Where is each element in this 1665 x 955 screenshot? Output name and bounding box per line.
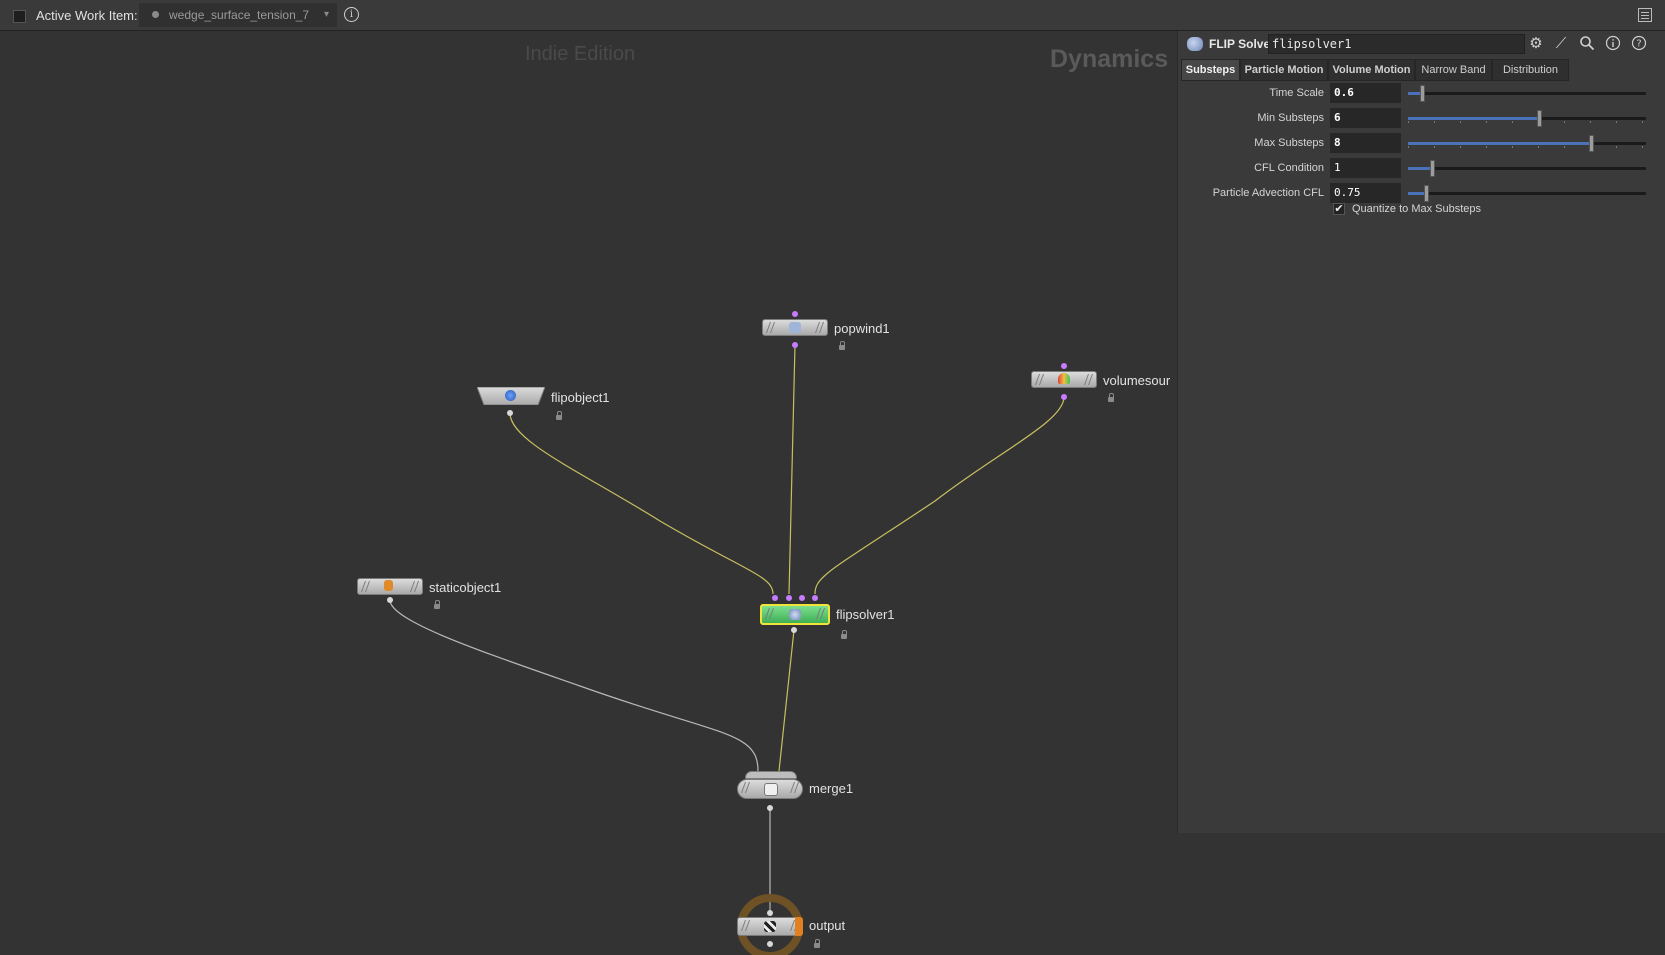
merge-output-dot[interactable] [767,805,773,811]
lock-icon[interactable] [839,341,845,350]
merge-input-bar[interactable] [745,771,797,779]
wire-popwind-to-flipsolver[interactable] [788,344,796,595]
brush-icon[interactable]: ⟋ [1552,35,1570,53]
slider-fill [1408,117,1539,120]
lock-icon[interactable] [841,630,847,639]
checkered-flag-icon [764,921,776,932]
slider-track[interactable] [1408,167,1646,170]
svg-text:?: ? [1636,39,1641,50]
active-work-item-label: Active Work Item: [36,8,138,23]
display-flag[interactable] [795,917,803,936]
node-label[interactable]: flipobject1 [551,390,610,405]
node-label[interactable]: merge1 [809,781,853,796]
parm-slider[interactable] [1408,183,1646,203]
slider-fill [1408,142,1591,145]
parm-label: Time Scale [1269,87,1324,99]
lock-icon[interactable] [434,600,440,609]
slider-handle[interactable] [1430,160,1435,177]
node-name-field[interactable]: flipsolver1 [1268,34,1525,54]
search-icon[interactable] [1578,35,1596,53]
node-label[interactable]: popwind1 [834,321,890,336]
water-drop-icon [505,390,516,401]
parm-label: Particle Advection CFL [1212,187,1324,199]
parm-label: Max Substeps [1254,137,1324,149]
work-item-status-dot [152,11,159,18]
flipsolver-input-dot[interactable] [799,595,805,601]
lock-icon[interactable] [556,411,562,420]
node-label[interactable]: volumesour [1103,373,1170,388]
parm-value-field[interactable]: 0.6 [1330,83,1401,103]
slider-handle[interactable] [1589,135,1594,152]
info-icon[interactable]: i [344,7,359,22]
parm-value-field[interactable]: 1 [1330,158,1401,178]
tab-particle-motion[interactable]: Particle Motion [1240,59,1328,81]
chevron-down-icon[interactable]: ▾ [324,9,329,20]
node-type-label: FLIP Solver [1209,37,1275,51]
volumesource-output-dot[interactable] [1061,394,1067,400]
parm-slider[interactable] [1408,83,1646,103]
top-bar: Active Work Item: wedge_surface_tension_… [0,0,1665,31]
wire-staticobject-to-merge[interactable] [389,599,759,772]
slider-handle[interactable] [1420,85,1425,102]
quantize-checkbox[interactable]: ✔ [1333,203,1345,215]
wire-volumesource-to-flipsolver[interactable] [814,396,1065,595]
tab-narrow-band[interactable]: Narrow Band [1415,59,1492,81]
node-label[interactable]: output [809,918,845,933]
lock-icon[interactable] [814,939,820,948]
slider-fill [1408,167,1432,170]
output-input-dot[interactable] [767,910,773,916]
gear-icon[interactable]: ⚙ [1527,35,1545,53]
work-item-name[interactable]: wedge_surface_tension_7 [169,8,309,22]
popwind-input-dot[interactable] [792,311,798,317]
flipobject-output-dot[interactable] [507,410,513,416]
static-object-icon [384,580,393,591]
funnel-icon [764,783,778,796]
flipsolver-input-dot[interactable] [772,595,778,601]
network-editor[interactable]: Indie Edition Dynamics popwind1 flipobje… [0,31,1177,955]
tab-volume-motion[interactable]: Volume Motion [1328,59,1415,81]
pane-menu-icon[interactable] [1638,8,1652,22]
tab-distribution[interactable]: Distribution [1492,59,1569,81]
wind-icon [789,322,801,333]
output-output-dot[interactable] [767,941,773,947]
parm-label: Min Substeps [1257,112,1324,124]
volume-source-icon [1058,373,1070,384]
parm-slider[interactable] [1408,133,1646,153]
flip-solver-icon [789,609,801,620]
wires-layer [387,311,1067,955]
parm-value-field[interactable]: 0.75 [1330,183,1401,203]
help-icon[interactable]: ? [1630,35,1648,53]
info-icon[interactable] [1604,35,1622,53]
quantize-label: Quantize to Max Substeps [1352,203,1482,215]
staticobject-output-dot[interactable] [387,597,393,603]
parameter-panel: FLIP Solver flipsolver1 ⚙ ⟋ ? Substeps P… [1177,31,1665,833]
flipsolver-input-dot[interactable] [786,595,792,601]
parm-value-field[interactable]: 8 [1330,133,1401,153]
slider-handle[interactable] [1537,110,1542,127]
popwind-output-dot[interactable] [792,342,798,348]
parm-slider[interactable] [1408,158,1646,178]
tab-substeps[interactable]: Substeps [1181,59,1240,81]
flipsolver-output-dot[interactable] [791,627,797,633]
lock-icon[interactable] [1108,393,1114,402]
parm-slider[interactable] [1408,108,1646,128]
wire-flipsolver-to-merge[interactable] [778,629,795,772]
slider-handle[interactable] [1424,185,1429,202]
parm-value-field[interactable]: 6 [1330,108,1401,128]
wire-flipobject-to-flipsolver[interactable] [509,412,774,595]
node-label[interactable]: staticobject1 [429,580,501,595]
node-label[interactable]: flipsolver1 [836,607,895,622]
parm-label: CFL Condition [1254,162,1324,174]
empty-pane-area [1177,833,1665,955]
flip-solver-icon [1187,37,1203,51]
slider-track[interactable] [1408,92,1646,95]
volumesource-input-dot[interactable] [1061,363,1067,369]
work-item-toggle-checkbox[interactable] [13,10,26,23]
flipsolver-input-dot[interactable] [812,595,818,601]
slider-ticks [1408,121,1646,123]
slider-track[interactable] [1408,192,1646,195]
slider-ticks [1408,146,1646,148]
